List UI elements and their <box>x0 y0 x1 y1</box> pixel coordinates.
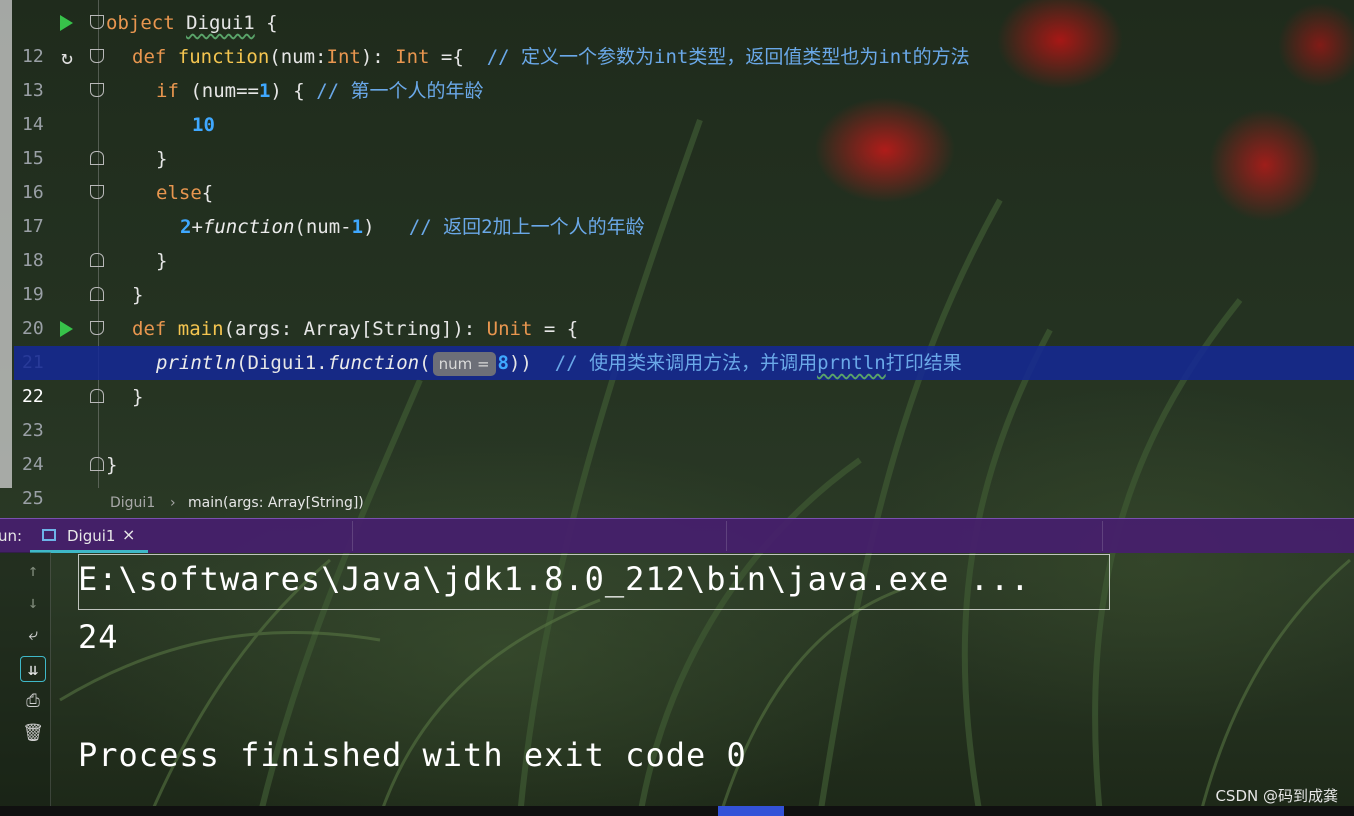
code-line[interactable]: 21 def main(args: Array[String]): Unit =… <box>14 312 1354 373</box>
comment-typo: prntln <box>817 352 886 374</box>
code-line[interactable]: 23 } <box>14 380 1354 441</box>
code-text: } <box>156 148 168 170</box>
code-text: } <box>132 386 144 408</box>
run-gutter-icon[interactable] <box>60 15 73 31</box>
number-literal: 10 <box>192 114 215 136</box>
code-line[interactable]: 20 } <box>14 278 1354 339</box>
fold-icon[interactable] <box>90 83 104 97</box>
breadcrumb-separator: › <box>170 495 176 511</box>
comment: // 定义一个参数为int类型，返回值类型也为int的方法 <box>486 46 970 68</box>
bottom-status-strip <box>0 806 1354 816</box>
code-text: { <box>201 182 214 204</box>
function-call: function <box>327 352 420 374</box>
number-literal: 8 <box>497 352 509 374</box>
code-text: ): <box>360 46 396 68</box>
function-name: function <box>177 46 270 68</box>
code-line[interactable]: 14 if (num==1) { // 第一个人的年龄 <box>14 74 1354 135</box>
type-name: Unit <box>486 318 533 340</box>
run-gutter-icon[interactable] <box>60 321 73 337</box>
breadcrumb-item-object[interactable]: Digui1 <box>110 488 155 518</box>
fold-icon[interactable] <box>90 253 104 267</box>
comment: // 第一个人的年龄 <box>316 80 484 102</box>
code-text: } <box>132 284 144 306</box>
current-code-line[interactable]: 22 println(Digui1.function(num = 8)) // 使… <box>14 346 1354 407</box>
run-tab-label: Digui1 <box>67 527 116 545</box>
fold-icon[interactable] <box>90 185 104 199</box>
fold-icon[interactable] <box>90 15 104 29</box>
code-line[interactable]: 19 } <box>14 244 1354 305</box>
program-output: 24 <box>78 618 119 656</box>
comment: // 返回2加上一个人的年龄 <box>408 216 645 238</box>
code-line[interactable]: 17 else{ <box>14 176 1354 237</box>
code-text: ={ <box>429 46 487 68</box>
run-tool-window-header: un: Digui1 × <box>0 518 1354 553</box>
close-icon[interactable]: × <box>122 525 135 544</box>
process-finished-message: Process finished with exit code 0 <box>78 736 747 774</box>
recursion-icon: ↻ <box>60 45 74 69</box>
parameter-hint: num = <box>432 351 496 376</box>
code-text: } <box>106 454 118 476</box>
breadcrumb: Digui1 › main(args: Array[String]) <box>0 488 1354 518</box>
command-line-text[interactable]: E:\softwares\Java\jdk1.8.0_212\bin\java.… <box>78 560 1030 598</box>
arrow-down-icon[interactable]: ↓ <box>20 590 46 616</box>
code-text: } <box>156 250 168 272</box>
code-text: (args: Array[String]): <box>223 318 487 340</box>
keyword: def <box>132 318 167 340</box>
number-literal: 1 <box>258 80 271 102</box>
comment: // 使用类来调用方法，并调用 <box>554 352 818 374</box>
keyword: object <box>106 12 175 34</box>
number-literal: 1 <box>351 216 364 238</box>
fold-icon[interactable] <box>90 49 104 63</box>
csdn-watermark: CSDN @码到成龚 <box>1215 787 1338 805</box>
code-text: ) <box>363 216 409 238</box>
fold-icon[interactable] <box>90 287 104 301</box>
code-text: (num== <box>178 80 259 102</box>
fold-icon[interactable] <box>90 457 104 471</box>
code-text: (Digui1. <box>236 352 328 374</box>
editor-left-strip <box>0 0 12 488</box>
code-editor[interactable]: 12 object Digui1 { 13 ↻ def function(num… <box>0 0 1354 509</box>
console-output[interactable]: ↑ ↓ ⤶ ⇊ ⎙ 🗑 E:\softwares\Java\jdk1.8.0_2… <box>0 552 1354 816</box>
code-text: ) { <box>270 80 317 102</box>
keyword: if <box>156 80 179 102</box>
bottom-highlight <box>718 806 784 816</box>
print-icon[interactable]: ⎙ <box>20 688 46 714</box>
function-name: main <box>177 318 224 340</box>
code-line[interactable]: 15 10 <box>14 108 1354 169</box>
type-name: Int <box>395 46 430 68</box>
code-text: (num- <box>294 216 352 238</box>
soft-wrap-icon[interactable]: ⤶ <box>20 622 46 648</box>
function-call: function <box>202 216 295 238</box>
code-line[interactable]: 18 2+function(num-1) // 返回2加上一个人的年龄 <box>14 210 1354 271</box>
fold-icon[interactable] <box>90 151 104 165</box>
code-line[interactable]: 24 <box>14 414 1354 475</box>
code-text: )) <box>508 352 555 374</box>
fold-icon[interactable] <box>90 389 104 403</box>
run-label: un: <box>0 527 23 545</box>
code-line[interactable]: 12 object Digui1 { <box>14 6 1354 67</box>
arrow-up-icon[interactable]: ↑ <box>20 558 46 584</box>
code-line[interactable]: 25 } <box>14 448 1354 509</box>
run-tab-digui1[interactable]: Digui1 × <box>30 519 148 553</box>
code-text: ( <box>419 352 431 374</box>
code-text: = { <box>532 318 579 340</box>
code-text: + <box>191 216 203 238</box>
type-name: Int <box>326 46 361 68</box>
code-text: (num: <box>269 46 327 68</box>
number-literal: 2 <box>180 216 192 238</box>
code-line[interactable]: 16 } <box>14 142 1354 203</box>
console-toolbar: ↑ ↓ ⤶ ⇊ ⎙ 🗑 <box>0 552 51 816</box>
fold-icon[interactable] <box>90 321 104 335</box>
console-tab-icon <box>42 529 56 541</box>
object-name: Digui1 <box>186 12 255 34</box>
function-call: println <box>156 352 237 374</box>
comment: 打印结果 <box>885 352 962 374</box>
code-text: { <box>254 12 278 34</box>
breadcrumb-item-method[interactable]: main(args: Array[String]) <box>188 488 364 518</box>
keyword: def <box>132 46 167 68</box>
trash-icon[interactable]: 🗑 <box>20 720 46 746</box>
scroll-to-end-icon[interactable]: ⇊ <box>20 656 46 682</box>
code-line[interactable]: 13 ↻ def function(num:Int): Int ={ // 定义… <box>14 40 1354 101</box>
keyword: else <box>156 182 202 204</box>
